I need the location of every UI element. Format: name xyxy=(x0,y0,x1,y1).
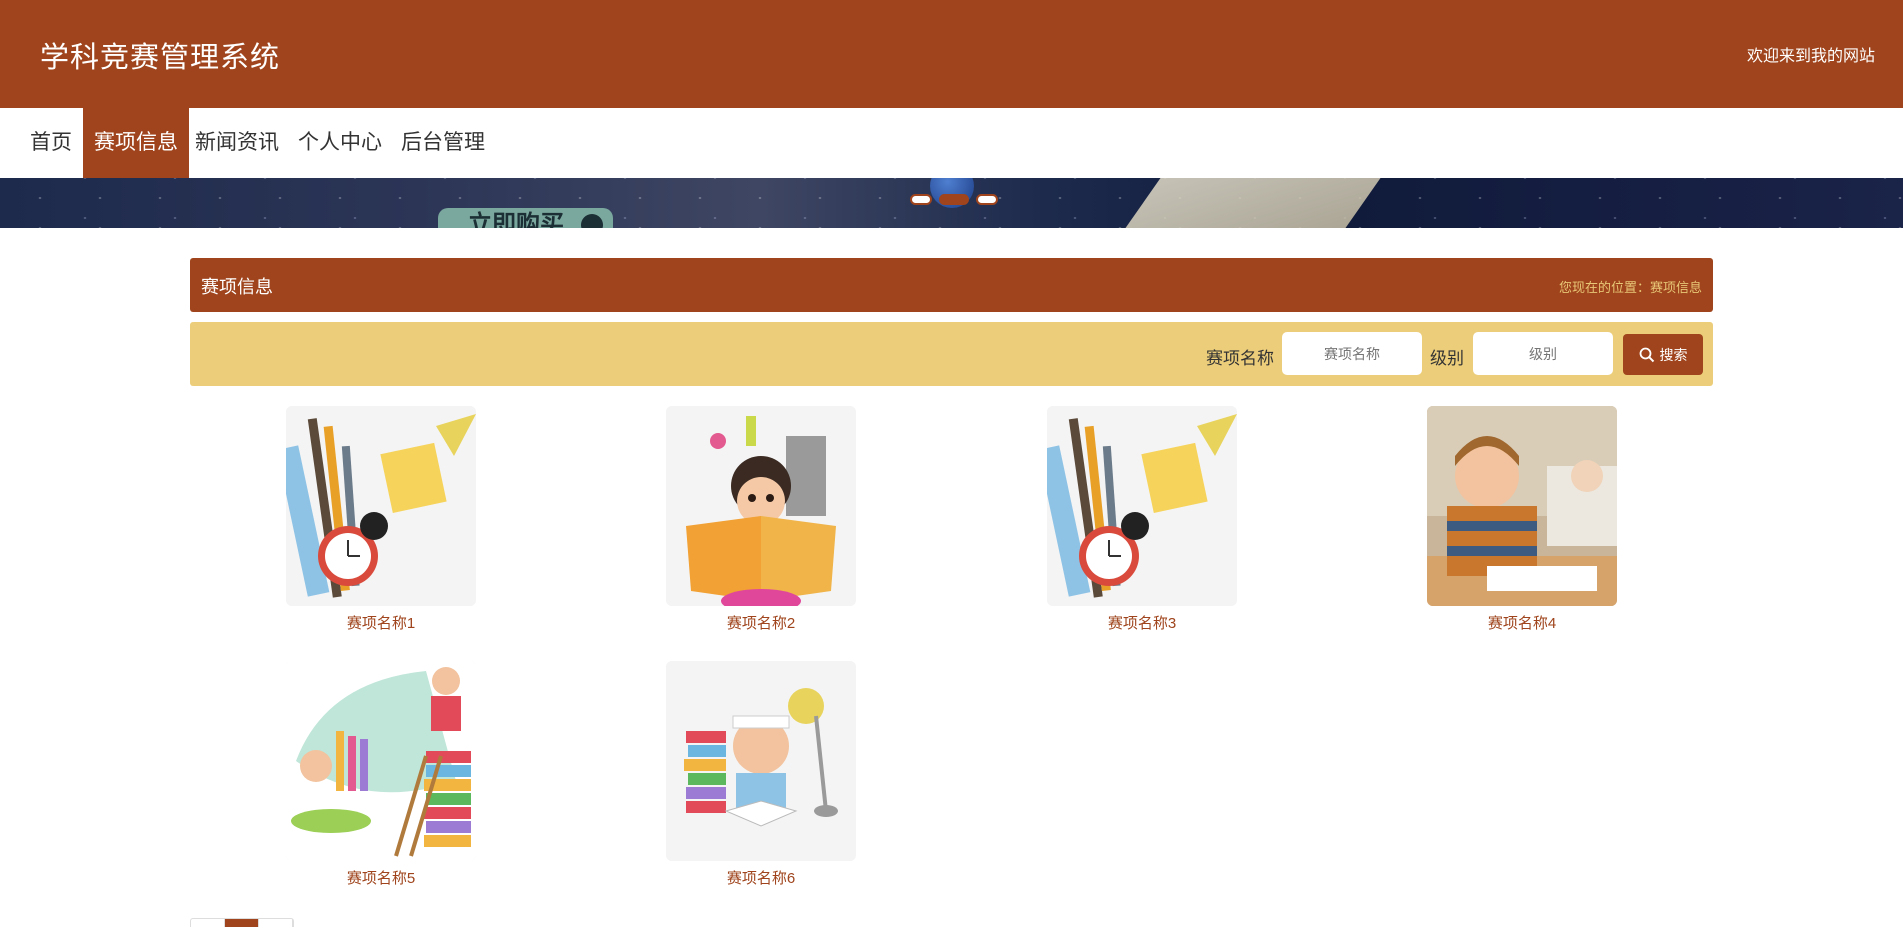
competition-card[interactable]: 赛项名称2 xyxy=(666,406,856,633)
section-header: 赛项信息 您现在的位置：赛项信息 xyxy=(190,258,1713,312)
level-search-label: 级别 xyxy=(1430,349,1464,368)
page-next-button[interactable] xyxy=(259,919,293,927)
name-search-input[interactable] xyxy=(1282,332,1422,375)
competition-name[interactable]: 赛项名称5 xyxy=(286,867,476,888)
competition-card[interactable]: 赛项名称4 xyxy=(1427,406,1617,633)
competition-name[interactable]: 赛项名称2 xyxy=(666,612,856,633)
carousel-dot[interactable] xyxy=(976,194,998,205)
level-search-input[interactable] xyxy=(1473,332,1613,375)
banner-buy-button[interactable]: 立即购买 xyxy=(438,208,613,228)
competition-card[interactable]: 赛项名称1 xyxy=(286,406,476,633)
nav-item-competitions[interactable]: 赛项信息 xyxy=(83,108,189,178)
competition-card[interactable]: 赛项名称6 xyxy=(666,661,856,888)
competition-card[interactable]: 赛项名称5 xyxy=(286,661,476,888)
competition-card[interactable]: 赛项名称3 xyxy=(1047,406,1237,633)
stationery-clock-image xyxy=(286,406,476,606)
top-header: 学科竞赛管理系统 欢迎来到我的网站 xyxy=(0,0,1903,108)
search-button[interactable]: 搜索 xyxy=(1623,334,1703,375)
welcome-text: 欢迎来到我的网站 xyxy=(1746,48,1875,65)
main-nav: 首页 赛项信息 新闻资讯 个人中心 后台管理 xyxy=(0,108,1903,178)
nav-item-news[interactable]: 新闻资讯 xyxy=(184,108,290,178)
page-prev-button[interactable] xyxy=(191,919,225,927)
carousel-indicators xyxy=(910,194,998,205)
competition-name[interactable]: 赛项名称6 xyxy=(666,867,856,888)
boy-in-classroom-image xyxy=(1427,406,1617,606)
pagination xyxy=(190,918,294,927)
kids-books-ladder-image xyxy=(286,661,476,861)
carousel-dot[interactable] xyxy=(910,194,932,205)
section-title: 赛项信息 xyxy=(201,277,273,297)
nav-item-home[interactable]: 首页 xyxy=(19,108,83,178)
stationery-clock-image xyxy=(1047,406,1237,606)
competition-name[interactable]: 赛项名称1 xyxy=(286,612,476,633)
name-search-label: 赛项名称 xyxy=(1206,349,1274,368)
competition-name[interactable]: 赛项名称3 xyxy=(1047,612,1237,633)
arrow-right-icon xyxy=(581,214,603,228)
banner-carousel[interactable]: 立即购买 xyxy=(0,178,1903,228)
search-icon xyxy=(1639,347,1654,362)
girl-reading-book-image xyxy=(666,406,856,606)
competition-name[interactable]: 赛项名称4 xyxy=(1427,612,1617,633)
page-current-button[interactable] xyxy=(225,919,259,927)
breadcrumb-location: 您现在的位置：赛项信息 xyxy=(1558,280,1702,295)
banner-buy-label: 立即购买 xyxy=(468,211,564,228)
nav-item-admin[interactable]: 后台管理 xyxy=(390,108,496,178)
site-title: 学科竞赛管理系统 xyxy=(40,42,281,74)
search-button-label: 搜索 xyxy=(1659,346,1688,363)
nav-item-profile[interactable]: 个人中心 xyxy=(287,108,393,178)
carousel-dot-active[interactable] xyxy=(939,194,969,205)
search-bar: 赛项名称 级别 搜索 xyxy=(190,322,1713,386)
boy-studying-lamp-image xyxy=(666,661,856,861)
